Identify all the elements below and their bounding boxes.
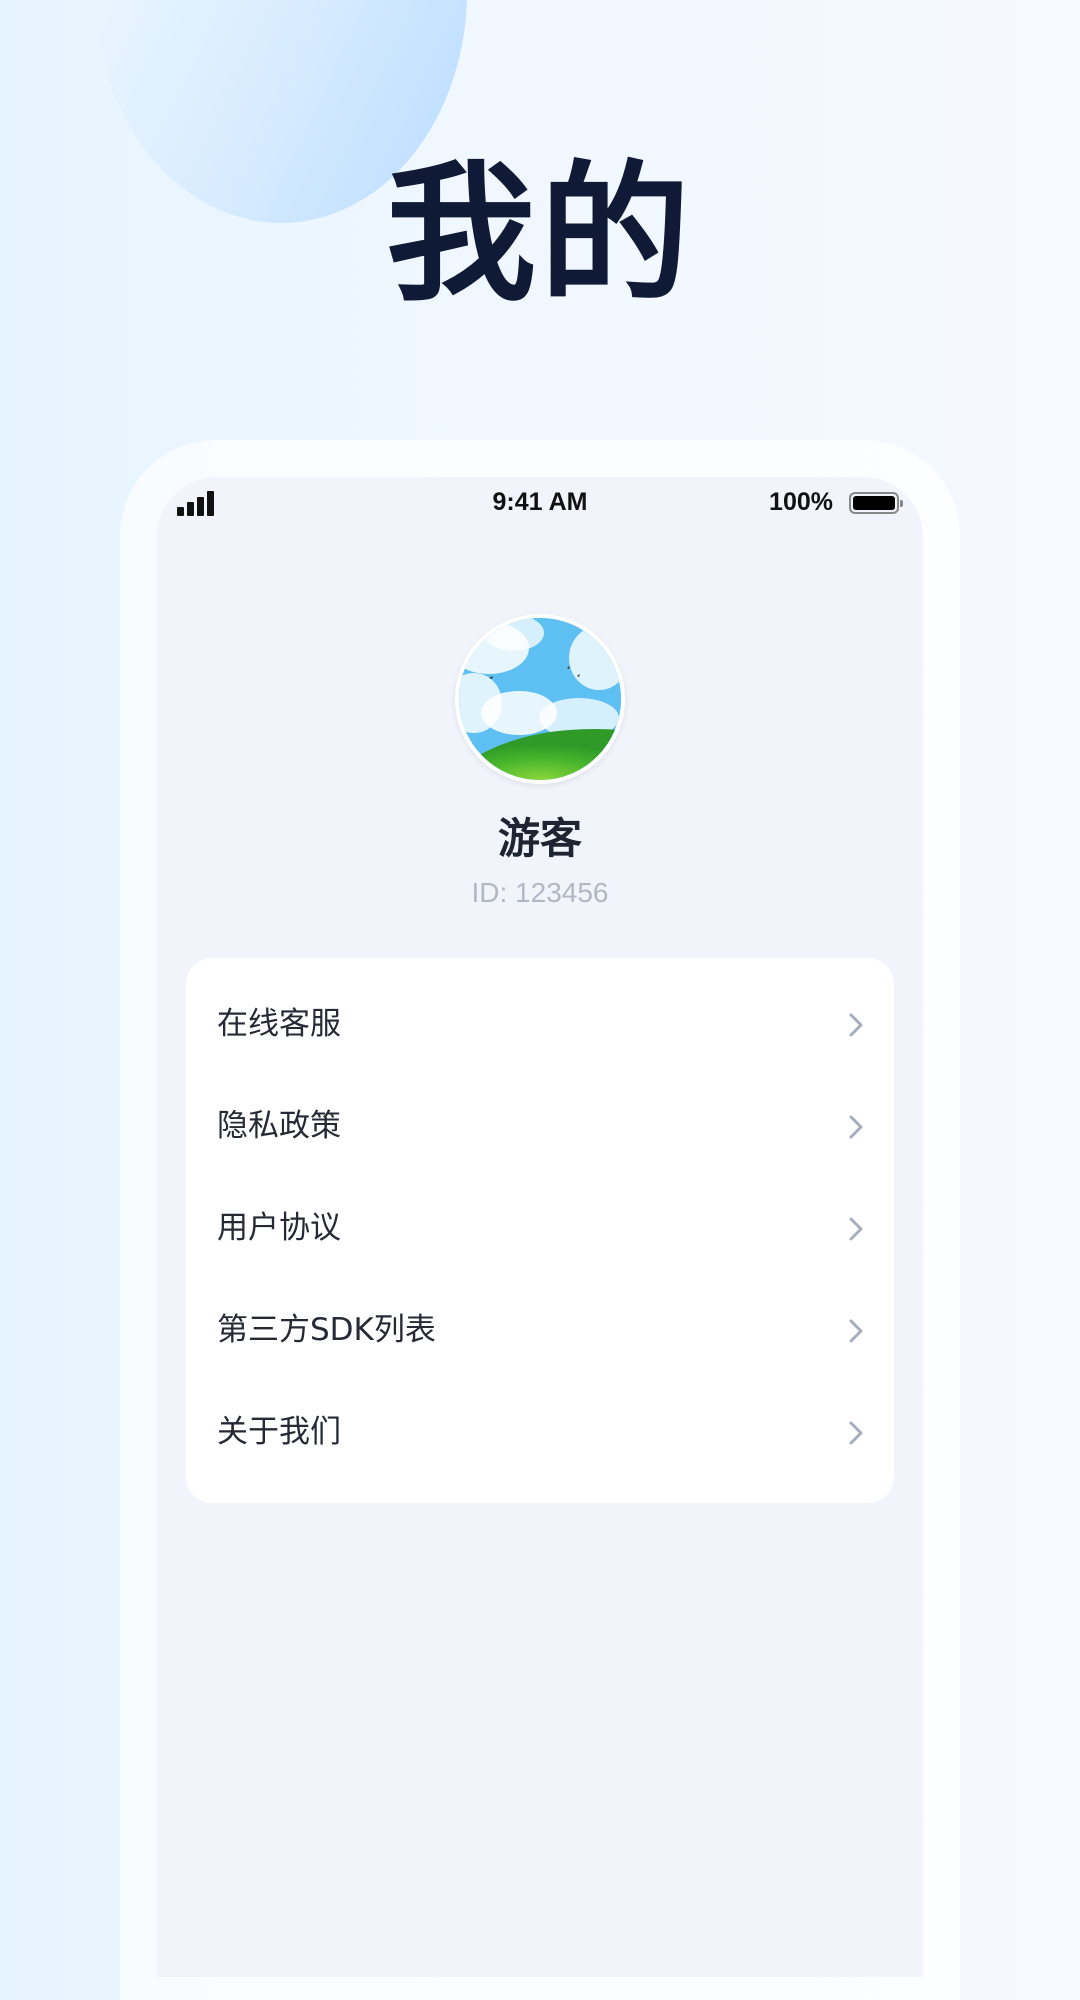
avatar[interactable] [455,614,625,784]
menu-item-label: 用户协议 [217,1210,341,1246]
menu-item-label: 关于我们 [217,1414,341,1450]
menu-item-user-agreement[interactable]: 用户协议 [186,1177,894,1279]
menu-item-online-service[interactable]: 在线客服 [186,973,894,1075]
menu-card: 在线客服 隐私政策 用户协议 第三方SDK列表 关于我们 [186,958,894,1503]
chevron-right-icon [849,1217,863,1241]
username: 游客 [497,814,582,863]
battery-icon [849,492,903,514]
chevron-right-icon [849,1319,863,1343]
page-title: 我的 [385,148,694,322]
chevron-right-icon [849,1421,863,1445]
menu-item-label: 隐私政策 [217,1108,341,1144]
menu-item-about-us[interactable]: 关于我们 [186,1381,894,1483]
battery-percentage: 100% [769,488,833,516]
menu-item-third-party-sdk[interactable]: 第三方SDK列表 [186,1279,894,1381]
menu-item-label: 在线客服 [217,1006,341,1042]
phone-screen: 9:41 AM 100% 游客 ID: 123456 在线客服 隐私政策 用户协… [157,477,923,1977]
chevron-right-icon [849,1013,863,1037]
menu-item-label: 第三方SDK列表 [217,1312,436,1348]
user-id: ID: 123456 [471,877,609,908]
menu-item-privacy-policy[interactable]: 隐私政策 [186,1075,894,1177]
chevron-right-icon [849,1115,863,1139]
status-bar: 9:41 AM 100% [157,477,923,527]
